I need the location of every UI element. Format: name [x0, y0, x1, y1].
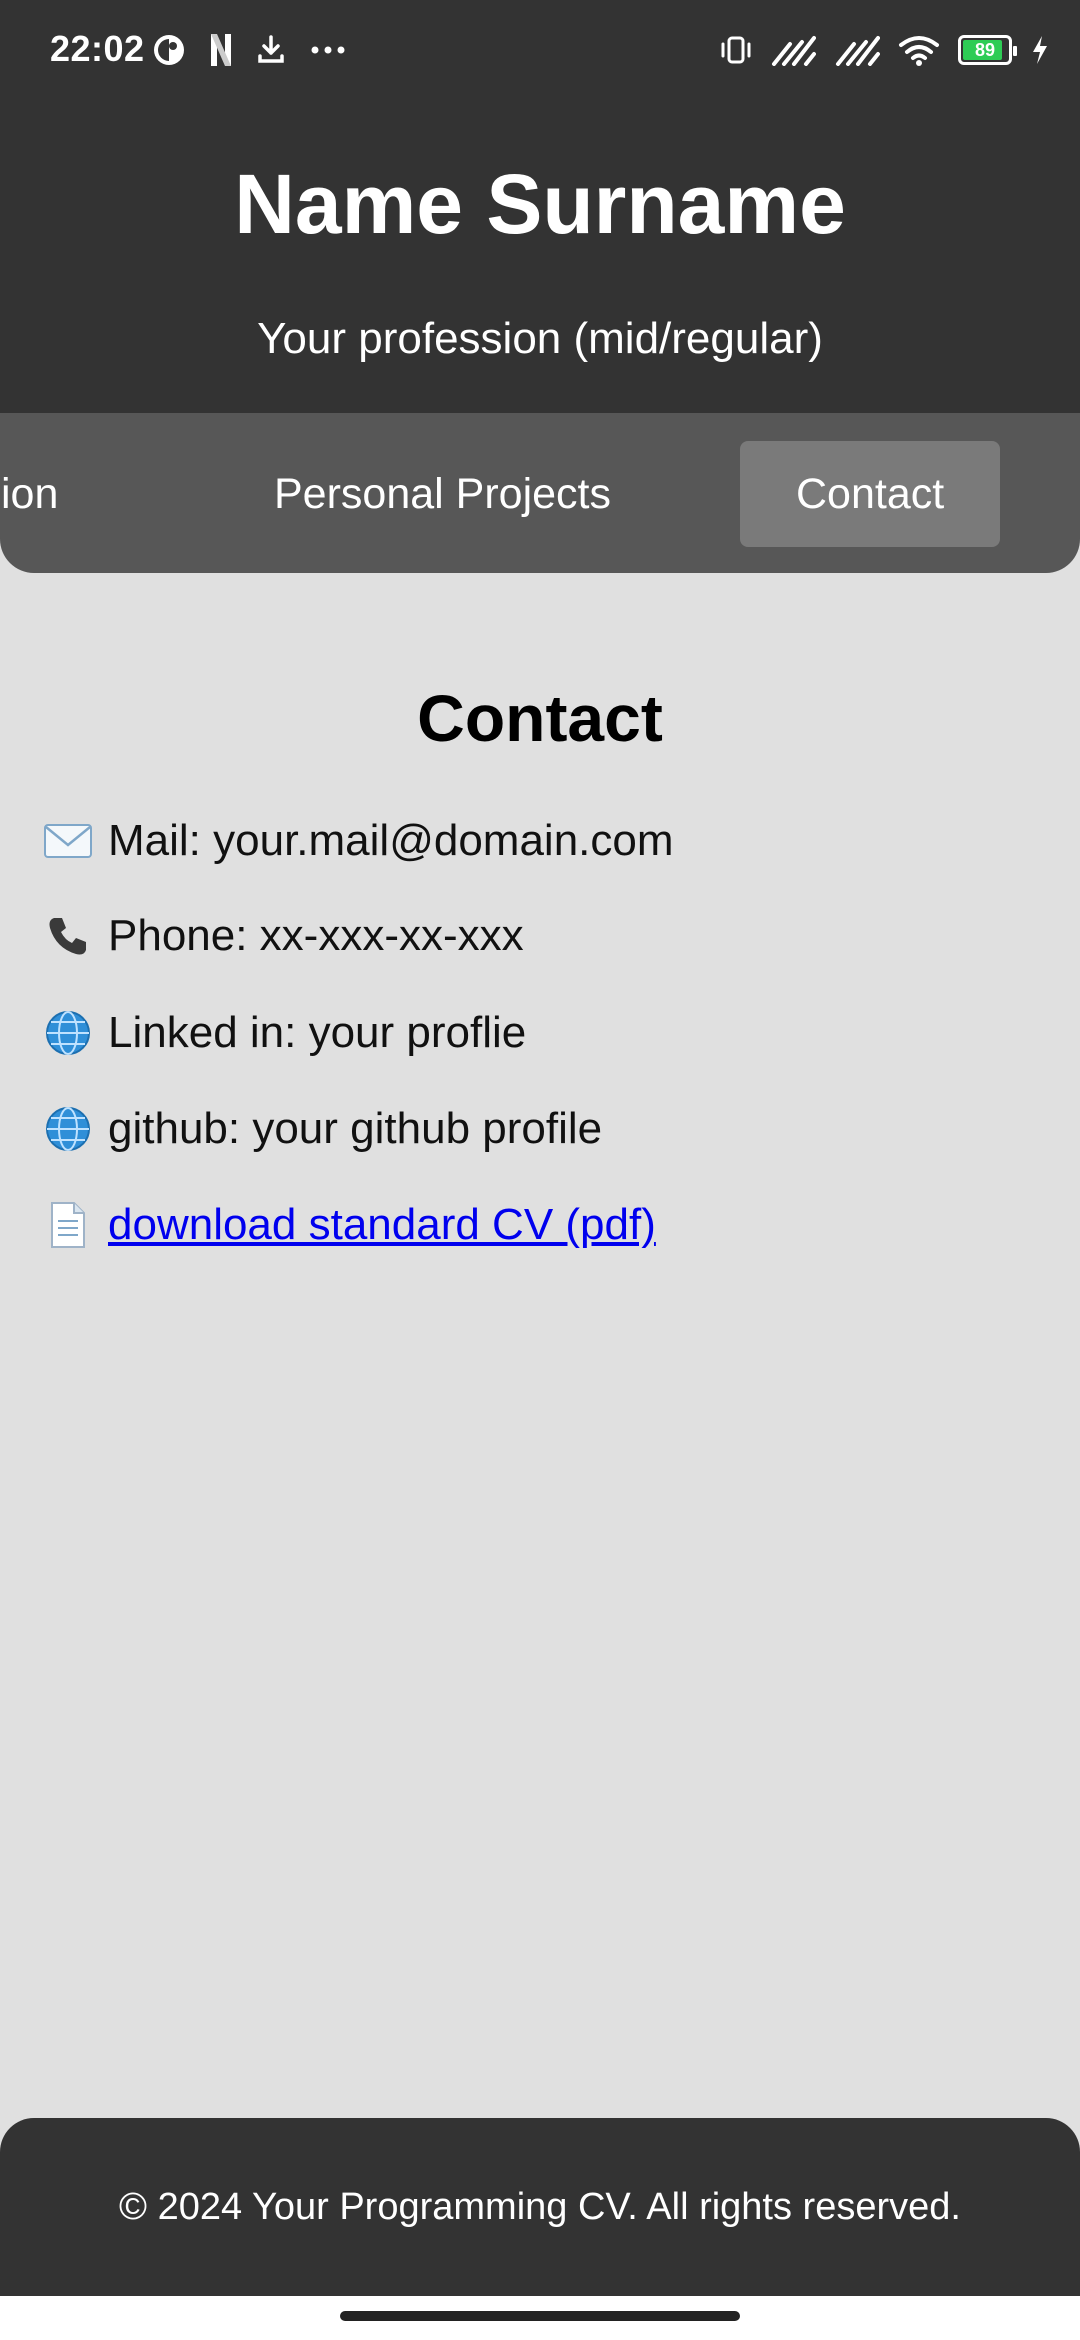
section-title: Contact — [417, 681, 663, 755]
status-time: 22:02 — [50, 28, 145, 69]
charging-icon — [1030, 34, 1050, 66]
contact-linkedin-text: Linked in: your proflie — [108, 1008, 527, 1057]
status-right-icons: 89 — [720, 24, 1050, 76]
battery-icon: 89 — [958, 35, 1017, 65]
tab-personal-projects[interactable]: Personal Projects — [218, 441, 667, 547]
vibrate-icon — [720, 34, 752, 66]
contact-mail: Mail: your.mail@domain.com — [40, 806, 674, 876]
page-title: Name Surname — [234, 157, 846, 251]
globe-icon — [40, 1005, 96, 1061]
contact-cv: download standard CV (pdf) — [40, 1190, 656, 1260]
document-icon — [40, 1197, 96, 1253]
status-bar: 22:02 89 — [0, 0, 1080, 100]
download-cv-link[interactable]: download standard CV (pdf) — [108, 1200, 656, 1250]
profession-subtitle: Your profession (mid/regular) — [257, 314, 823, 363]
contact-github: github: your github profile — [40, 1094, 602, 1164]
wifi-icon — [898, 34, 940, 66]
globe-icon — [40, 1101, 96, 1157]
home-indicator[interactable] — [340, 2311, 740, 2321]
tab-contact[interactable]: Contact — [740, 441, 1001, 547]
page-header: Name Surname Your profession (mid/regula… — [0, 100, 1080, 413]
footer-copyright: © 2024 Your Programming CV. All rights r… — [119, 2186, 961, 2228]
phone-icon — [40, 908, 96, 964]
contact-github-text: github: your github profile — [108, 1104, 603, 1153]
download-icon — [256, 34, 286, 66]
contact-mail-text: Mail: your.mail@domain.com — [108, 816, 674, 865]
contact-phone-text: Phone: xx-xxx-xx-xxx — [108, 911, 524, 960]
envelope-icon — [40, 813, 96, 869]
page-footer: © 2024 Your Programming CV. All rights r… — [0, 2118, 1080, 2296]
battery-level: 89 — [974, 39, 996, 60]
app-c-icon — [152, 33, 186, 67]
section-nav[interactable]: ion Personal Projects Contact — [0, 413, 1080, 573]
contact-linkedin: Linked in: your proflie — [40, 998, 526, 1068]
contact-phone: Phone: xx-xxx-xx-xxx — [40, 901, 524, 971]
netflix-n-icon — [210, 33, 232, 67]
status-left-icons — [152, 24, 346, 76]
tab-education[interactable]: ion — [0, 441, 114, 547]
signal-icon — [834, 34, 880, 66]
signal-icon — [770, 34, 816, 66]
more-dots-icon — [310, 45, 346, 55]
